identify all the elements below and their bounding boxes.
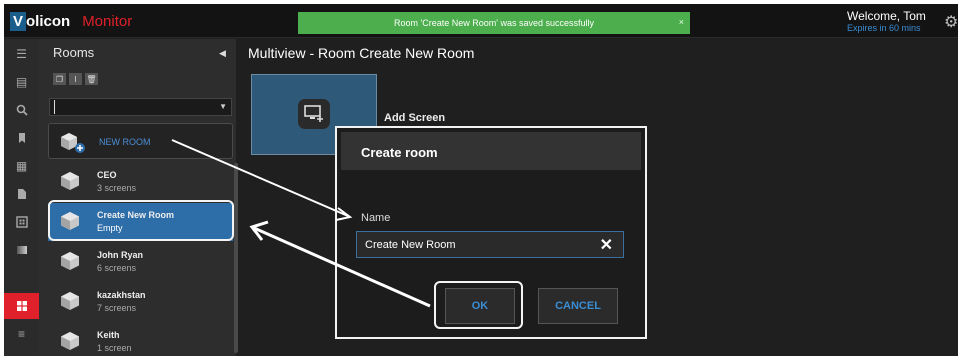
- nav-rail: ☰ ▤ ▦ ≡: [4, 39, 39, 356]
- toast-message: Room 'Create New Room' was saved success…: [393, 18, 594, 28]
- logo-box: V: [10, 11, 27, 31]
- toast-close-icon[interactable]: ×: [679, 17, 684, 27]
- channels-icon[interactable]: [4, 209, 39, 235]
- rooms-filter-input[interactable]: [54, 100, 214, 114]
- room-item-kazakhstan[interactable]: kazakhstan 7 screens: [48, 283, 233, 321]
- multiview-icon[interactable]: [4, 293, 39, 319]
- app-window: V olicon Monitor Room 'Create New Room' …: [4, 4, 958, 356]
- dialog-header: Create room: [341, 132, 641, 170]
- room-item-john-ryan[interactable]: John Ryan 6 screens: [48, 243, 233, 281]
- rename-icon[interactable]: I: [69, 73, 82, 85]
- welcome-text: Welcome, Tom: [847, 9, 926, 23]
- cancel-button[interactable]: CANCEL: [538, 288, 618, 324]
- rooms-panel: Rooms ◀ ❐ I 🗑 ▼ NEW ROOM CEO 3 screens C…: [39, 39, 238, 356]
- room-name: Create New Room: [97, 210, 175, 220]
- copy-icon[interactable]: ❐: [53, 73, 66, 85]
- bookmark-icon[interactable]: [4, 125, 39, 151]
- room-cube-icon: [61, 332, 79, 350]
- trash-icon[interactable]: 🗑: [85, 73, 98, 85]
- room-cube-icon: [61, 212, 79, 230]
- dialog-title: Create room: [361, 145, 438, 160]
- room-screen-count: 6 screens: [97, 263, 137, 273]
- add-monitor-icon[interactable]: [298, 99, 330, 129]
- room-cube-icon: [61, 172, 79, 190]
- product-name: Monitor: [82, 12, 133, 30]
- logo-text: olicon: [26, 12, 71, 30]
- success-toast: Room 'Create New Room' was saved success…: [298, 12, 690, 34]
- new-room-label: NEW ROOM: [99, 137, 151, 147]
- volicon-logo[interactable]: V olicon Monitor: [10, 10, 132, 32]
- document-icon[interactable]: [4, 181, 39, 207]
- room-name: Keith: [97, 330, 120, 340]
- page-title: Multiview - Room Create New Room: [248, 45, 475, 61]
- rooms-toolbar: ❐ I 🗑: [53, 73, 98, 85]
- room-cube-icon: [61, 292, 79, 310]
- session-expiry: Expires in 60 mins: [847, 23, 921, 33]
- room-name: CEO: [97, 170, 117, 180]
- user-welcome[interactable]: Welcome, Tom Expires in 60 mins: [847, 10, 926, 34]
- room-screen-count: Empty: [97, 223, 123, 233]
- name-field[interactable]: ✕: [356, 231, 624, 258]
- new-room-cube-icon: [61, 133, 85, 153]
- list-icon[interactable]: ≡: [4, 321, 39, 347]
- clear-icon[interactable]: ✕: [600, 235, 613, 255]
- rooms-filter[interactable]: ▼: [49, 98, 232, 116]
- room-item-keith[interactable]: Keith 1 screen: [48, 323, 233, 356]
- room-screen-count: 1 screen: [97, 343, 132, 353]
- room-name: kazakhstan: [97, 290, 146, 300]
- search-icon[interactable]: [4, 97, 39, 123]
- add-screen-label[interactable]: Add Screen: [384, 112, 445, 124]
- room-name: John Ryan: [97, 250, 144, 260]
- room-screen-count: 7 screens: [97, 303, 137, 313]
- room-cube-icon: [61, 252, 79, 270]
- ok-button[interactable]: OK: [445, 288, 515, 324]
- room-item-ceo[interactable]: CEO 3 screens: [48, 163, 233, 201]
- gradient-icon[interactable]: [4, 237, 39, 263]
- room-item-create-new-room[interactable]: Create New Room Empty: [48, 203, 233, 241]
- gear-icon[interactable]: ⚙: [944, 12, 958, 32]
- rooms-title: Rooms: [53, 45, 95, 60]
- room-name-input[interactable]: [365, 238, 585, 252]
- room-screen-count: 3 screens: [97, 183, 137, 193]
- create-room-dialog: Create room Name ✕ OK CANCEL: [335, 126, 647, 339]
- new-room-button[interactable]: NEW ROOM: [48, 123, 233, 159]
- name-label: Name: [361, 212, 391, 224]
- collapse-icon[interactable]: ◀: [219, 48, 226, 59]
- filter-icon[interactable]: ▼: [219, 102, 227, 111]
- top-bar: V olicon Monitor Room 'Create New Room' …: [4, 4, 958, 38]
- layout-icon[interactable]: ▤: [4, 69, 39, 95]
- menu-icon[interactable]: ☰: [4, 41, 39, 67]
- grid-icon[interactable]: ▦: [4, 153, 39, 179]
- rooms-scrollbar[interactable]: [234, 163, 238, 353]
